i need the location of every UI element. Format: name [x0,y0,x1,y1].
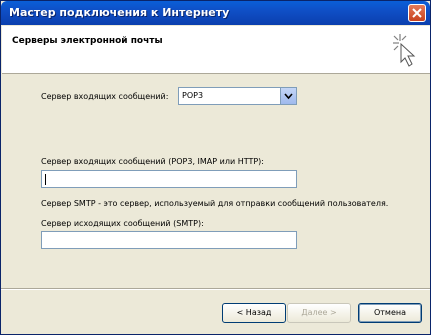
title-bar: Мастер подключения к Интернету [1,1,430,25]
outgoing-server-label: Сервер исходящих сообщений (SMTP): [41,219,204,228]
dropdown-button[interactable] [280,88,296,104]
next-button[interactable]: Далее > [287,303,351,323]
incoming-server-type-select[interactable]: POP3 [178,87,297,105]
chevron-down-icon [284,93,293,100]
wizard-header: Серверы электронной почты [2,26,430,74]
cancel-button[interactable]: Отмена [358,303,422,323]
window-title: Мастер подключения к Интернету [9,6,230,19]
incoming-server-type-value: POP3 [182,91,204,100]
text-caret [45,174,46,185]
wizard-window: Мастер подключения к Интернету Серверы э… [0,0,431,335]
footer-separator [1,288,430,290]
smtp-description: Сервер SMTP - это сервер, используемый д… [41,199,389,208]
close-icon [412,8,422,18]
incoming-type-label: Сервер входящих сообщений: [41,92,169,101]
wizard-sparkle-cursor-icon [393,34,416,67]
incoming-server-label: Сервер входящих сообщений (POP3, IMAP ил… [41,157,264,166]
outgoing-server-input[interactable] [41,231,297,249]
page-title: Серверы электронной почты [12,36,163,46]
close-button[interactable] [408,4,426,22]
incoming-server-input[interactable] [41,170,297,188]
back-button[interactable]: < Назад [222,303,286,323]
